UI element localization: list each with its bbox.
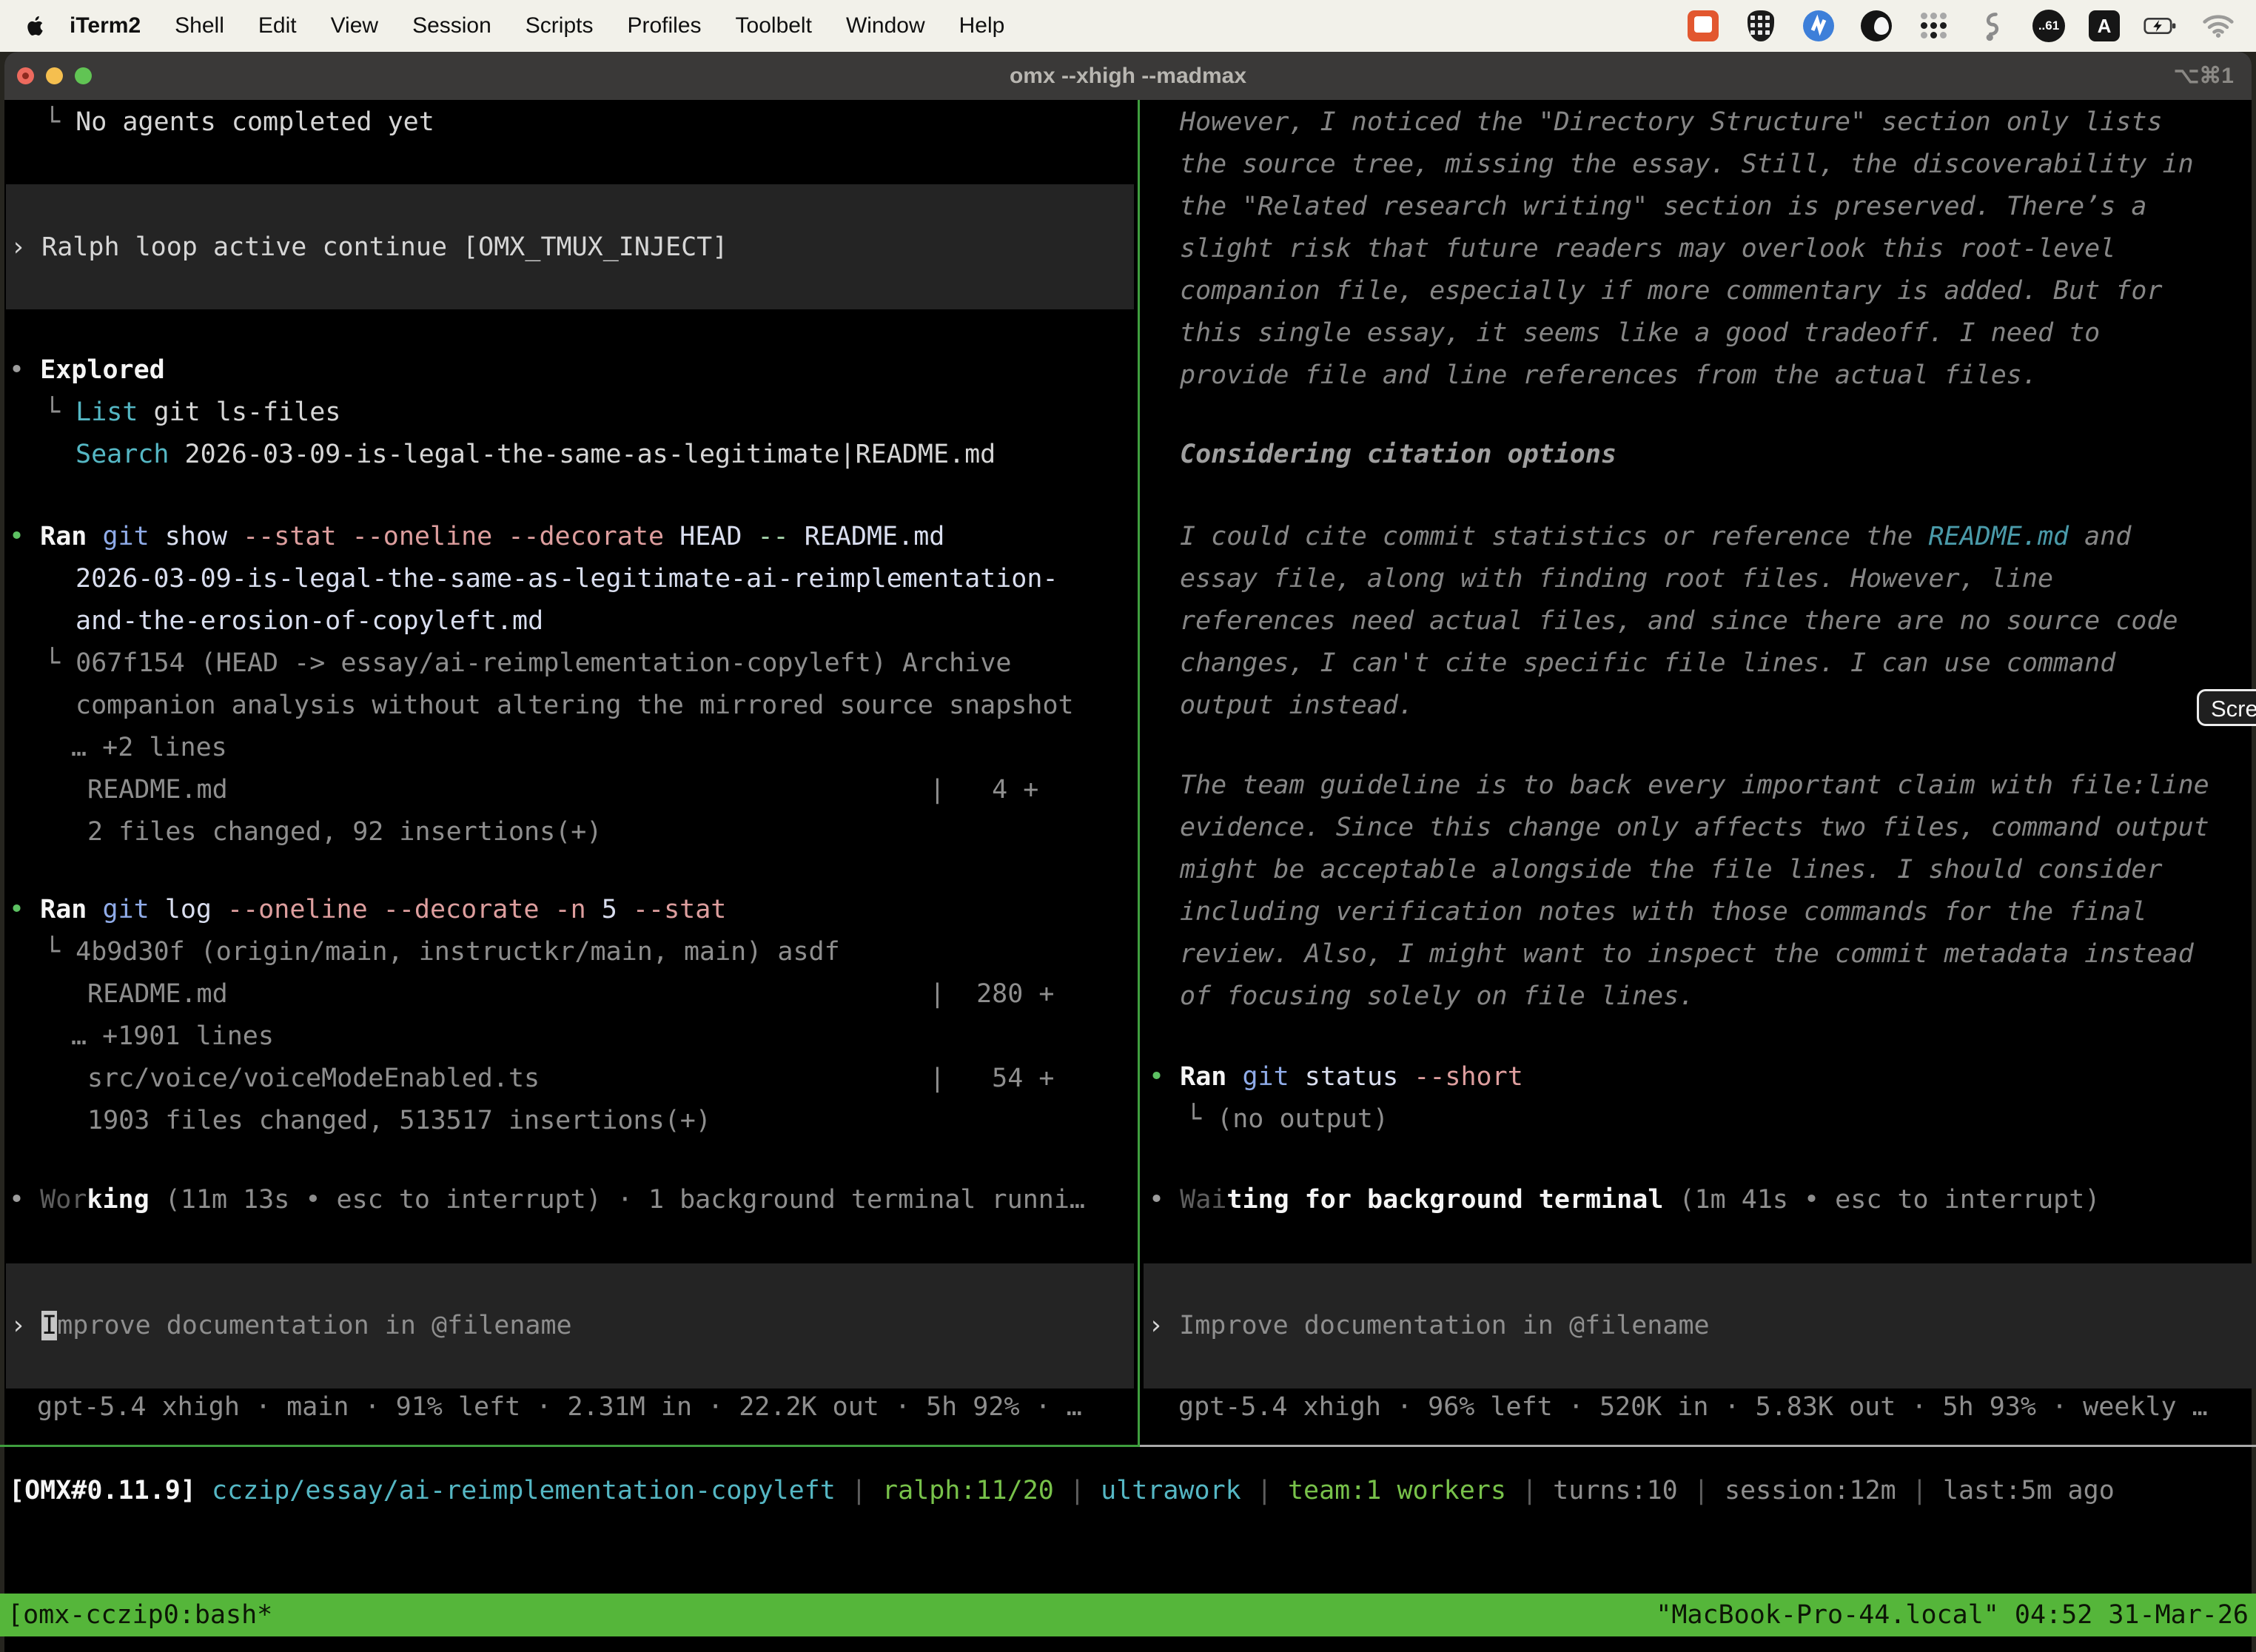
tmux-host-time: "MacBook-Pro-44.local" 04:52 31-Mar-26 [1656,1600,2249,1630]
terminal-line: └ 067f154 (HEAD -> essay/ai-reimplementa… [44,642,1011,685]
terminal-line: • Working (11m 13s • esc to interrupt) ·… [9,1179,1085,1221]
terminal-line: › Ralph loop active continue [OMX_TMUX_I… [10,226,728,269]
terminal-line: Considering citation options [1180,434,1617,476]
terminal-line: gpt-5.4 xhigh · main · 91% left · 2.31M … [37,1386,1082,1428]
terminal-line: └ (no output) [1186,1098,1389,1141]
terminal-line: • Ran git show --stat --oneline --decora… [9,516,944,558]
terminal-line: • Ran git status --short [1149,1056,1523,1098]
terminal-line: • Ran git log --oneline --decorate -n 5 … [9,889,726,931]
terminal-line: companion file, especially if more comme… [1180,270,2163,312]
terminal-line: the "Related research writing" section i… [1180,186,2146,228]
terminal-line: companion analysis without altering the … [75,685,1074,727]
terminal-line: gpt-5.4 xhigh · 96% left · 520K in · 5.8… [1178,1386,2208,1428]
terminal-line: changes, I can't cite specific file line… [1180,642,2115,685]
terminal-line: I could cite commit statistics or refere… [1180,516,2131,558]
terminal-line: 2026-03-09-is-legal-the-same-as-legitima… [75,558,1058,600]
terminal-line: However, I noticed the "Directory Struct… [1180,101,2163,144]
pane-divider-vertical[interactable] [1138,100,1140,1446]
terminal-line: • Explored [9,349,165,392]
terminal-line: └ No agents completed yet [44,101,434,144]
terminal-line: 1903 files changed, 513517 insertions(+) [87,1100,711,1142]
terminal-line: output instead. [1180,685,1414,727]
terminal-line: provide file and line references from th… [1180,355,2038,397]
terminal-line: The team guideline is to back every impo… [1180,765,2209,807]
terminal: └ No agents completed yet › Ralph loop ac… [0,0,2256,1652]
terminal-line: › Improve documentation in @filename [10,1305,572,1347]
terminal-line: essay file, along with finding root file… [1180,558,2053,600]
terminal-line: this single essay, it seems like a good … [1180,312,2100,355]
terminal-line: review. Also, I might want to inspect th… [1180,933,2194,976]
terminal-line: README.md | 4 + [87,769,1038,811]
tmux-status-bar: [omx-cczip0:bash* "MacBook-Pro-44.local"… [0,1594,2256,1636]
terminal-line: README.md | 280 + [87,973,1054,1015]
terminal-line: … +2 lines [71,727,227,769]
tmux-session-label: [omx-cczip0:bash* [7,1600,272,1630]
terminal-line: › Improve documentation in @filename [1148,1305,1710,1347]
pane-border-left-bottom [0,1445,1140,1447]
terminal-line: the source tree, missing the essay. Stil… [1180,144,2194,186]
terminal-line: └ 4b9d30f (origin/main, instructkr/main,… [44,931,840,973]
terminal-line: Search 2026-03-09-is-legal-the-same-as-l… [75,434,996,476]
terminal-line: 2 files changed, 92 insertions(+) [87,811,602,853]
terminal-line: [OMX#0.11.9] cczip/essay/ai-reimplementa… [9,1470,2115,1512]
terminal-line: of focusing solely on file lines. [1180,976,1694,1018]
terminal-line: └ List git ls-files [44,392,340,434]
terminal-line: src/voice/voiceModeEnabled.ts | 54 + [87,1058,1054,1100]
terminal-line: references need actual files, and since … [1180,600,2178,642]
terminal-line: evidence. Since this change only affects… [1180,807,2209,849]
terminal-line: including verification notes with those … [1180,891,2146,933]
terminal-line: and-the-erosion-of-copyleft.md [75,600,543,642]
terminal-line: slight risk that future readers may over… [1180,228,2115,270]
terminal-line: … +1901 lines [71,1015,274,1058]
terminal-line: might be acceptable alongside the file l… [1180,849,2163,891]
screen-share-overlay[interactable]: Scre [2197,689,2256,726]
pane-border-right-bottom [1140,1445,2256,1447]
terminal-line: • Waiting for background terminal (1m 41… [1149,1179,2100,1221]
